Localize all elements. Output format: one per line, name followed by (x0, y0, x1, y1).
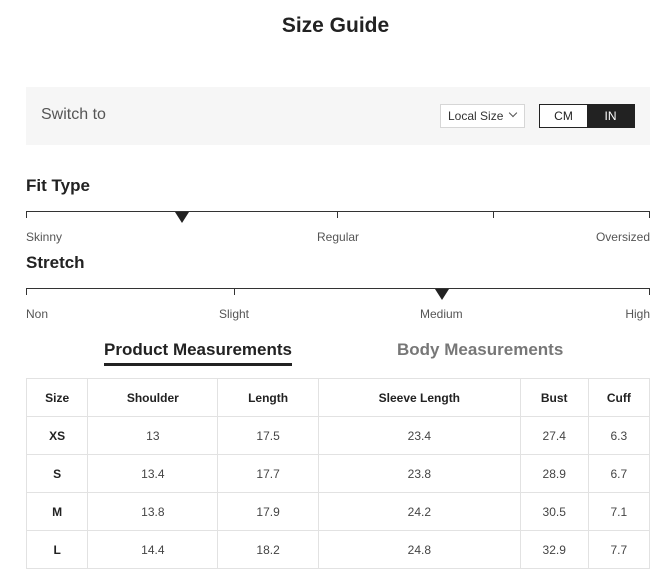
stretch-title: Stretch (26, 253, 85, 272)
table-cell: 27.4 (519, 416, 589, 455)
column-header: Length (217, 378, 319, 417)
stretch-label-high: High (625, 307, 650, 321)
table-cell: 17.9 (217, 492, 319, 531)
table-cell: 14.4 (87, 530, 219, 569)
unit-in-button[interactable]: IN (587, 105, 634, 127)
switch-label: Switch to (41, 106, 106, 123)
table-cell: 24.2 (317, 492, 521, 531)
table-cell: 13 (87, 416, 219, 455)
column-header: Size (25, 378, 89, 417)
table-cell: 13.4 (87, 454, 219, 493)
table-cell: 7.7 (587, 530, 651, 569)
table-cell: 23.4 (317, 416, 521, 455)
fit-type-scale (26, 211, 650, 223)
tab-body-measurements[interactable]: Body Measurements (397, 340, 563, 360)
unit-toggle: CM IN (539, 104, 635, 128)
tab-product-measurements[interactable]: Product Measurements (104, 340, 292, 366)
table-cell: 7.1 (587, 492, 651, 531)
table-cell: 17.7 (217, 454, 319, 493)
table-cell: 18.2 (217, 530, 319, 569)
fit-type-title: Fit Type (26, 176, 90, 195)
table-cell: 24.8 (317, 530, 521, 569)
stretch-label-medium: Medium (420, 307, 463, 321)
table-header-row: Size Shoulder Length Sleeve Length Bust … (25, 378, 651, 417)
size-system-value: Local Size (448, 109, 504, 123)
stretch-tick (26, 288, 27, 295)
stretch-label-slight: Slight (219, 307, 250, 321)
size-table: Size Shoulder Length Sleeve Length Bust … (25, 378, 651, 569)
chevron-down-icon (508, 108, 518, 118)
fit-type-tick (493, 211, 494, 218)
table-cell: 13.8 (87, 492, 219, 531)
table-cell: 17.5 (217, 416, 319, 455)
switch-bar: Switch to Local Size CM IN (26, 87, 650, 145)
table-cell: 30.5 (519, 492, 589, 531)
fit-type-label-regular: Regular (317, 230, 360, 244)
table-cell: XS (25, 416, 89, 455)
stretch-tick (649, 288, 650, 295)
table-cell: 28.9 (519, 454, 589, 493)
table-cell: L (25, 530, 89, 569)
table-row: XS 13 17.5 23.4 27.4 6.3 (25, 416, 651, 455)
table-cell: M (25, 492, 89, 531)
table-cell: 23.8 (317, 454, 521, 493)
unit-cm-button[interactable]: CM (540, 105, 587, 127)
column-header: Cuff (587, 378, 651, 417)
fit-type-tick (26, 211, 27, 218)
fit-type-marker (175, 212, 189, 223)
column-header: Sleeve Length (317, 378, 521, 417)
table-row: S 13.4 17.7 23.8 28.9 6.7 (25, 454, 651, 493)
page-title: Size Guide (281, 14, 390, 37)
table-row: L 14.4 18.2 24.8 32.9 7.7 (25, 530, 651, 569)
column-header: Bust (519, 378, 589, 417)
stretch-tick (234, 288, 235, 295)
fit-type-tick (649, 211, 650, 218)
table-row: M 13.8 17.9 24.2 30.5 7.1 (25, 492, 651, 531)
stretch-label-non: Non (26, 307, 49, 321)
table-cell: S (25, 454, 89, 493)
table-cell: 6.3 (587, 416, 651, 455)
stretch-marker (435, 289, 450, 300)
size-system-select[interactable]: Local Size (440, 104, 525, 128)
column-header: Shoulder (87, 378, 219, 417)
fit-type-label-oversized: Oversized (595, 230, 650, 244)
table-cell: 6.7 (587, 454, 651, 493)
table-cell: 32.9 (519, 530, 589, 569)
stretch-scale (26, 288, 650, 300)
fit-type-label-skinny: Skinny (26, 230, 63, 244)
fit-type-tick (337, 211, 338, 218)
